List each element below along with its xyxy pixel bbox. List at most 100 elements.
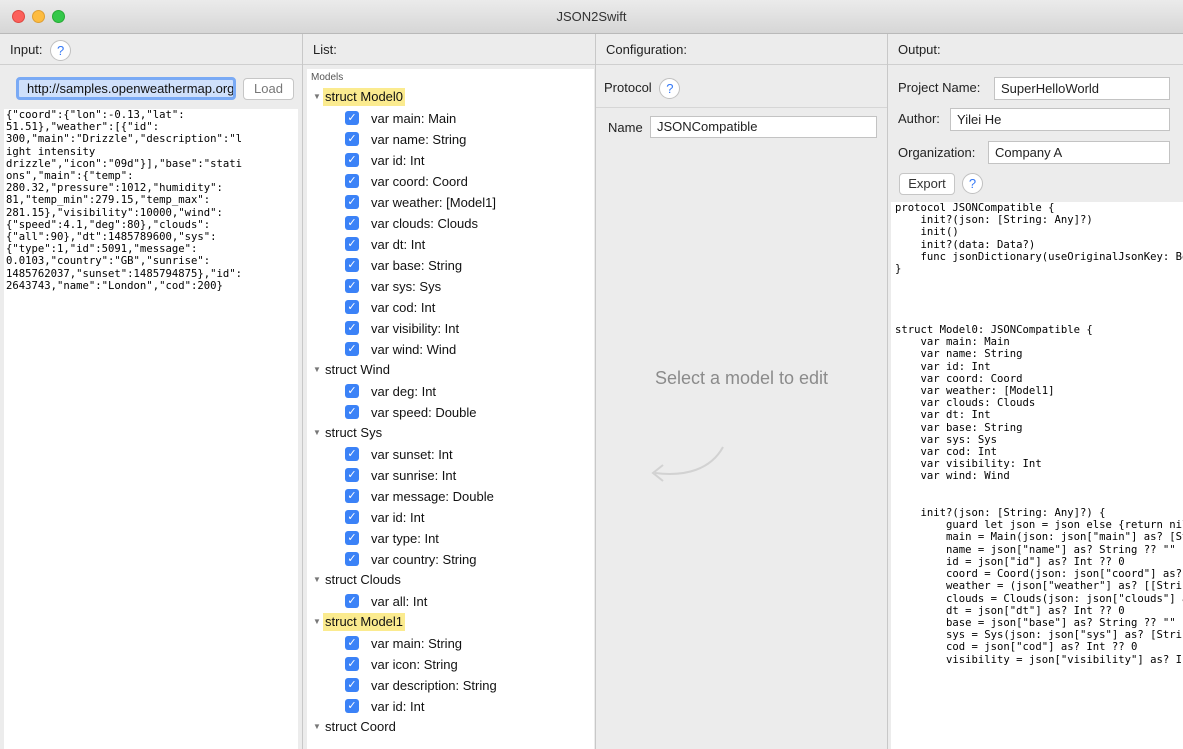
property-row[interactable]: ✓ var weather: [Model1] <box>307 192 594 213</box>
property-checkbox[interactable]: ✓ <box>345 300 359 314</box>
property-row[interactable]: ✓ var cod: Int <box>307 297 594 318</box>
property-row[interactable]: ✓ var id: Int <box>307 696 594 717</box>
property-row[interactable]: ✓ var wind: Wind <box>307 339 594 360</box>
select-model-placeholder: Select a model to edit <box>654 368 829 388</box>
property-label: var all: Int <box>371 594 428 609</box>
property-label: var id: Int <box>371 153 425 168</box>
output-header: Output: <box>888 34 1183 65</box>
property-label: var base: String <box>371 258 463 273</box>
property-checkbox[interactable]: ✓ <box>345 657 359 671</box>
protocol-help-icon[interactable]: ? <box>659 78 681 100</box>
property-checkbox[interactable]: ✓ <box>345 153 359 167</box>
property-row[interactable]: ✓ var main: String <box>307 633 594 654</box>
disclosure-triangle-icon[interactable]: ▼ <box>313 617 321 626</box>
property-row[interactable]: ✓ var sys: Sys <box>307 276 594 297</box>
window-title: JSON2Swift <box>556 9 627 24</box>
property-row[interactable]: ✓ var type: Int <box>307 528 594 549</box>
property-checkbox[interactable]: ✓ <box>345 594 359 608</box>
property-checkbox[interactable]: ✓ <box>345 531 359 545</box>
disclosure-triangle-icon[interactable]: ▼ <box>313 92 321 101</box>
property-checkbox[interactable]: ✓ <box>345 468 359 482</box>
property-row[interactable]: ✓ var main: Main <box>307 108 594 129</box>
disclosure-triangle-icon[interactable]: ▼ <box>313 722 321 731</box>
disclosure-triangle-icon[interactable]: ▼ <box>313 575 321 584</box>
property-label: var deg: Int <box>371 384 437 399</box>
property-label: var icon: String <box>371 657 458 672</box>
property-checkbox[interactable]: ✓ <box>345 636 359 650</box>
property-label: var id: Int <box>371 699 425 714</box>
struct-label: struct Wind <box>325 362 391 377</box>
export-help-icon[interactable]: ? <box>962 173 983 194</box>
property-checkbox[interactable]: ✓ <box>345 279 359 293</box>
list-header: List: <box>303 34 595 65</box>
json-text-area[interactable]: {"coord":{"lon":-0.13,"lat": 51.51},"wea… <box>4 109 298 749</box>
property-row[interactable]: ✓ var message: Double <box>307 486 594 507</box>
url-input[interactable]: http://samples.openweathermap.org <box>16 77 236 100</box>
struct-label: struct Coord <box>325 719 396 734</box>
disclosure-triangle-icon[interactable]: ▼ <box>313 428 321 437</box>
property-row[interactable]: ✓ var icon: String <box>307 654 594 675</box>
struct-row[interactable]: ▼ struct Coord <box>307 717 594 738</box>
struct-row[interactable]: ▼ struct Wind <box>307 360 594 381</box>
property-row[interactable]: ✓ var all: Int <box>307 591 594 612</box>
property-checkbox[interactable]: ✓ <box>345 237 359 251</box>
property-row[interactable]: ✓ var speed: Double <box>307 402 594 423</box>
property-label: var country: String <box>371 552 477 567</box>
property-row[interactable]: ✓ var coord: Coord <box>307 171 594 192</box>
property-row[interactable]: ✓ var id: Int <box>307 150 594 171</box>
protocol-row: Protocol ? <box>604 73 681 103</box>
config-divider <box>596 107 887 108</box>
protocol-name-field[interactable]: JSONCompatible <box>650 116 877 138</box>
property-row[interactable]: ✓ var id: Int <box>307 507 594 528</box>
export-button[interactable]: Export <box>899 173 955 195</box>
struct-label: struct Model1 <box>323 613 406 631</box>
author-label: Author: <box>898 111 940 126</box>
property-checkbox[interactable]: ✓ <box>345 111 359 125</box>
list-panel: List: Models ▼ struct Model0 ✓ var main: Ma… <box>302 34 595 749</box>
property-row[interactable]: ✓ var visibility: Int <box>307 318 594 339</box>
property-checkbox[interactable]: ✓ <box>345 699 359 713</box>
property-checkbox[interactable]: ✓ <box>345 342 359 356</box>
models-caption: Models <box>311 72 344 83</box>
property-checkbox[interactable]: ✓ <box>345 489 359 503</box>
models-outline[interactable]: Models ▼ struct Model0 ✓ var main: Main ✓ var… <box>307 69 594 749</box>
property-label: var weather: [Model1] <box>371 195 497 210</box>
struct-row[interactable]: ▼ struct Model0 <box>307 87 594 108</box>
property-row[interactable]: ✓ var description: String <box>307 675 594 696</box>
property-checkbox[interactable]: ✓ <box>345 510 359 524</box>
property-checkbox[interactable]: ✓ <box>345 447 359 461</box>
property-checkbox[interactable]: ✓ <box>345 174 359 188</box>
input-header-label: Input: <box>10 42 43 57</box>
property-row[interactable]: ✓ var sunset: Int <box>307 444 594 465</box>
author-field[interactable]: Yilei He <box>950 108 1170 131</box>
property-label: var main: Main <box>371 111 457 126</box>
property-label: var wind: Wind <box>371 342 457 357</box>
load-button[interactable]: Load <box>243 78 294 100</box>
input-help-icon[interactable]: ? <box>50 40 72 62</box>
property-row[interactable]: ✓ var deg: Int <box>307 381 594 402</box>
property-checkbox[interactable]: ✓ <box>345 321 359 335</box>
struct-row[interactable]: ▼ struct Model1 <box>307 612 594 633</box>
struct-row[interactable]: ▼ struct Clouds <box>307 570 594 591</box>
property-row[interactable]: ✓ var base: String <box>307 255 594 276</box>
property-row[interactable]: ✓ var sunrise: Int <box>307 465 594 486</box>
property-label: var cod: Int <box>371 300 436 315</box>
property-checkbox[interactable]: ✓ <box>345 132 359 146</box>
disclosure-triangle-icon[interactable]: ▼ <box>313 365 321 374</box>
property-row[interactable]: ✓ var clouds: Clouds <box>307 213 594 234</box>
property-row[interactable]: ✓ var name: String <box>307 129 594 150</box>
property-checkbox[interactable]: ✓ <box>345 552 359 566</box>
project-name-field[interactable]: SuperHelloWorld <box>994 77 1170 100</box>
property-checkbox[interactable]: ✓ <box>345 258 359 272</box>
swift-output-code[interactable]: protocol JSONCompatible { init?(json: [S… <box>891 202 1183 749</box>
struct-row[interactable]: ▼ struct Sys <box>307 423 594 444</box>
property-row[interactable]: ✓ var dt: Int <box>307 234 594 255</box>
property-checkbox[interactable]: ✓ <box>345 195 359 209</box>
property-checkbox[interactable]: ✓ <box>345 216 359 230</box>
organization-field[interactable]: Company A <box>988 141 1170 164</box>
property-row[interactable]: ✓ var country: String <box>307 549 594 570</box>
property-label: var sys: Sys <box>371 279 442 294</box>
property-checkbox[interactable]: ✓ <box>345 678 359 692</box>
property-checkbox[interactable]: ✓ <box>345 384 359 398</box>
property-checkbox[interactable]: ✓ <box>345 405 359 419</box>
